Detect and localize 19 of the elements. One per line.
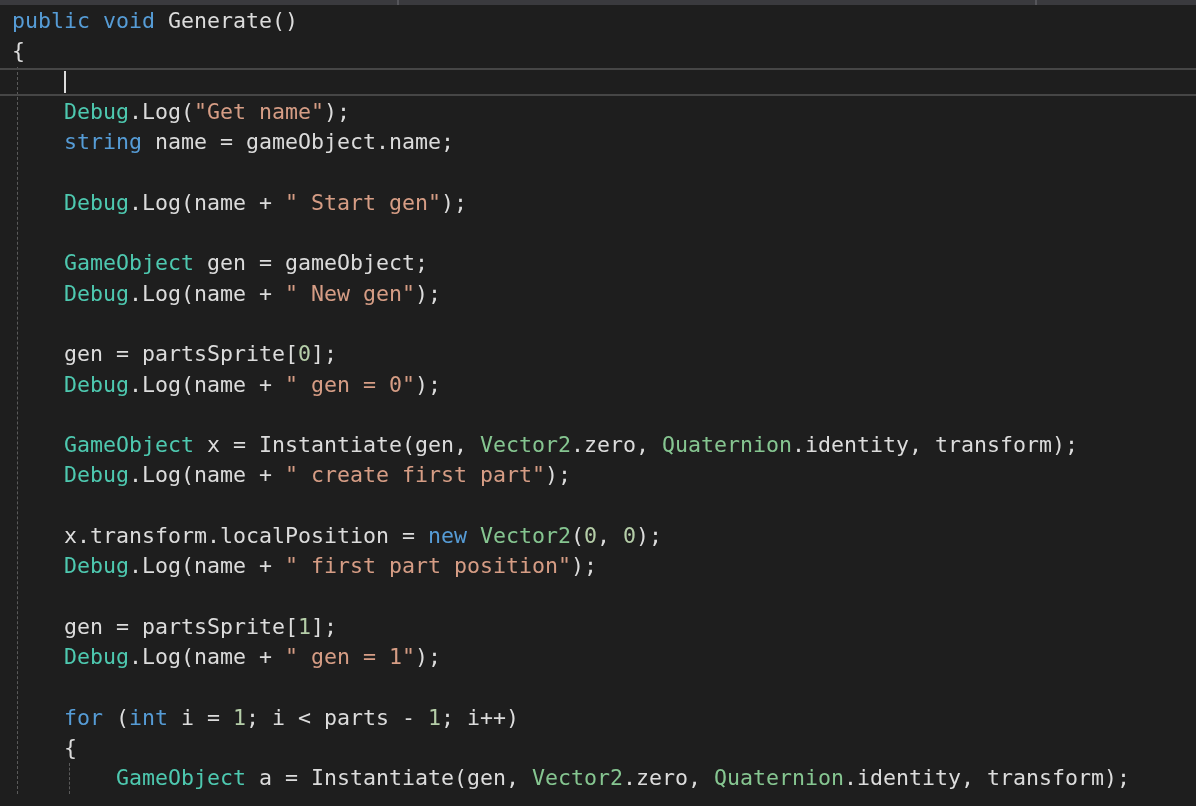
code-line: {	[64, 734, 78, 763]
code-line: Debug.Log("Get name");	[64, 97, 352, 126]
code-line: x.transform.localPosition = new Vector2(0, 0);	[64, 522, 664, 551]
code-line: GameObject a = Instantiate(gen, Vector2.zero, Quaternion.identity, transform);	[116, 764, 1132, 793]
text-cursor	[64, 70, 66, 93]
code-line: Debug.Log(name + " gen = 1");	[64, 643, 443, 672]
code-line: GameObject x = Instantiate(gen, Vector2.zero, Quaternion.identity, transform);	[64, 431, 1080, 460]
code-line: for (int i = 1; i < parts - 1; i++)	[64, 703, 521, 732]
code-line: gen = partsSprite[0];	[64, 340, 339, 369]
code-line: Debug.Log(name + " create first part");	[64, 461, 573, 490]
code-line: Debug.Log(name + " New gen");	[64, 279, 443, 308]
code-line: public void Generate()	[12, 7, 300, 35]
code-line: GameObject gen = gameObject;	[64, 249, 430, 278]
code-line: Debug.Log(name + " Start gen");	[64, 188, 469, 217]
code-line: string name = gameObject.name;	[64, 128, 456, 157]
code-line: gen = partsSprite[1];	[64, 612, 339, 641]
code-line: Debug.Log(name + " first part position");	[64, 552, 599, 581]
code-line: Debug.Log(name + " gen = 0");	[64, 370, 443, 399]
code-line: {	[12, 37, 26, 66]
